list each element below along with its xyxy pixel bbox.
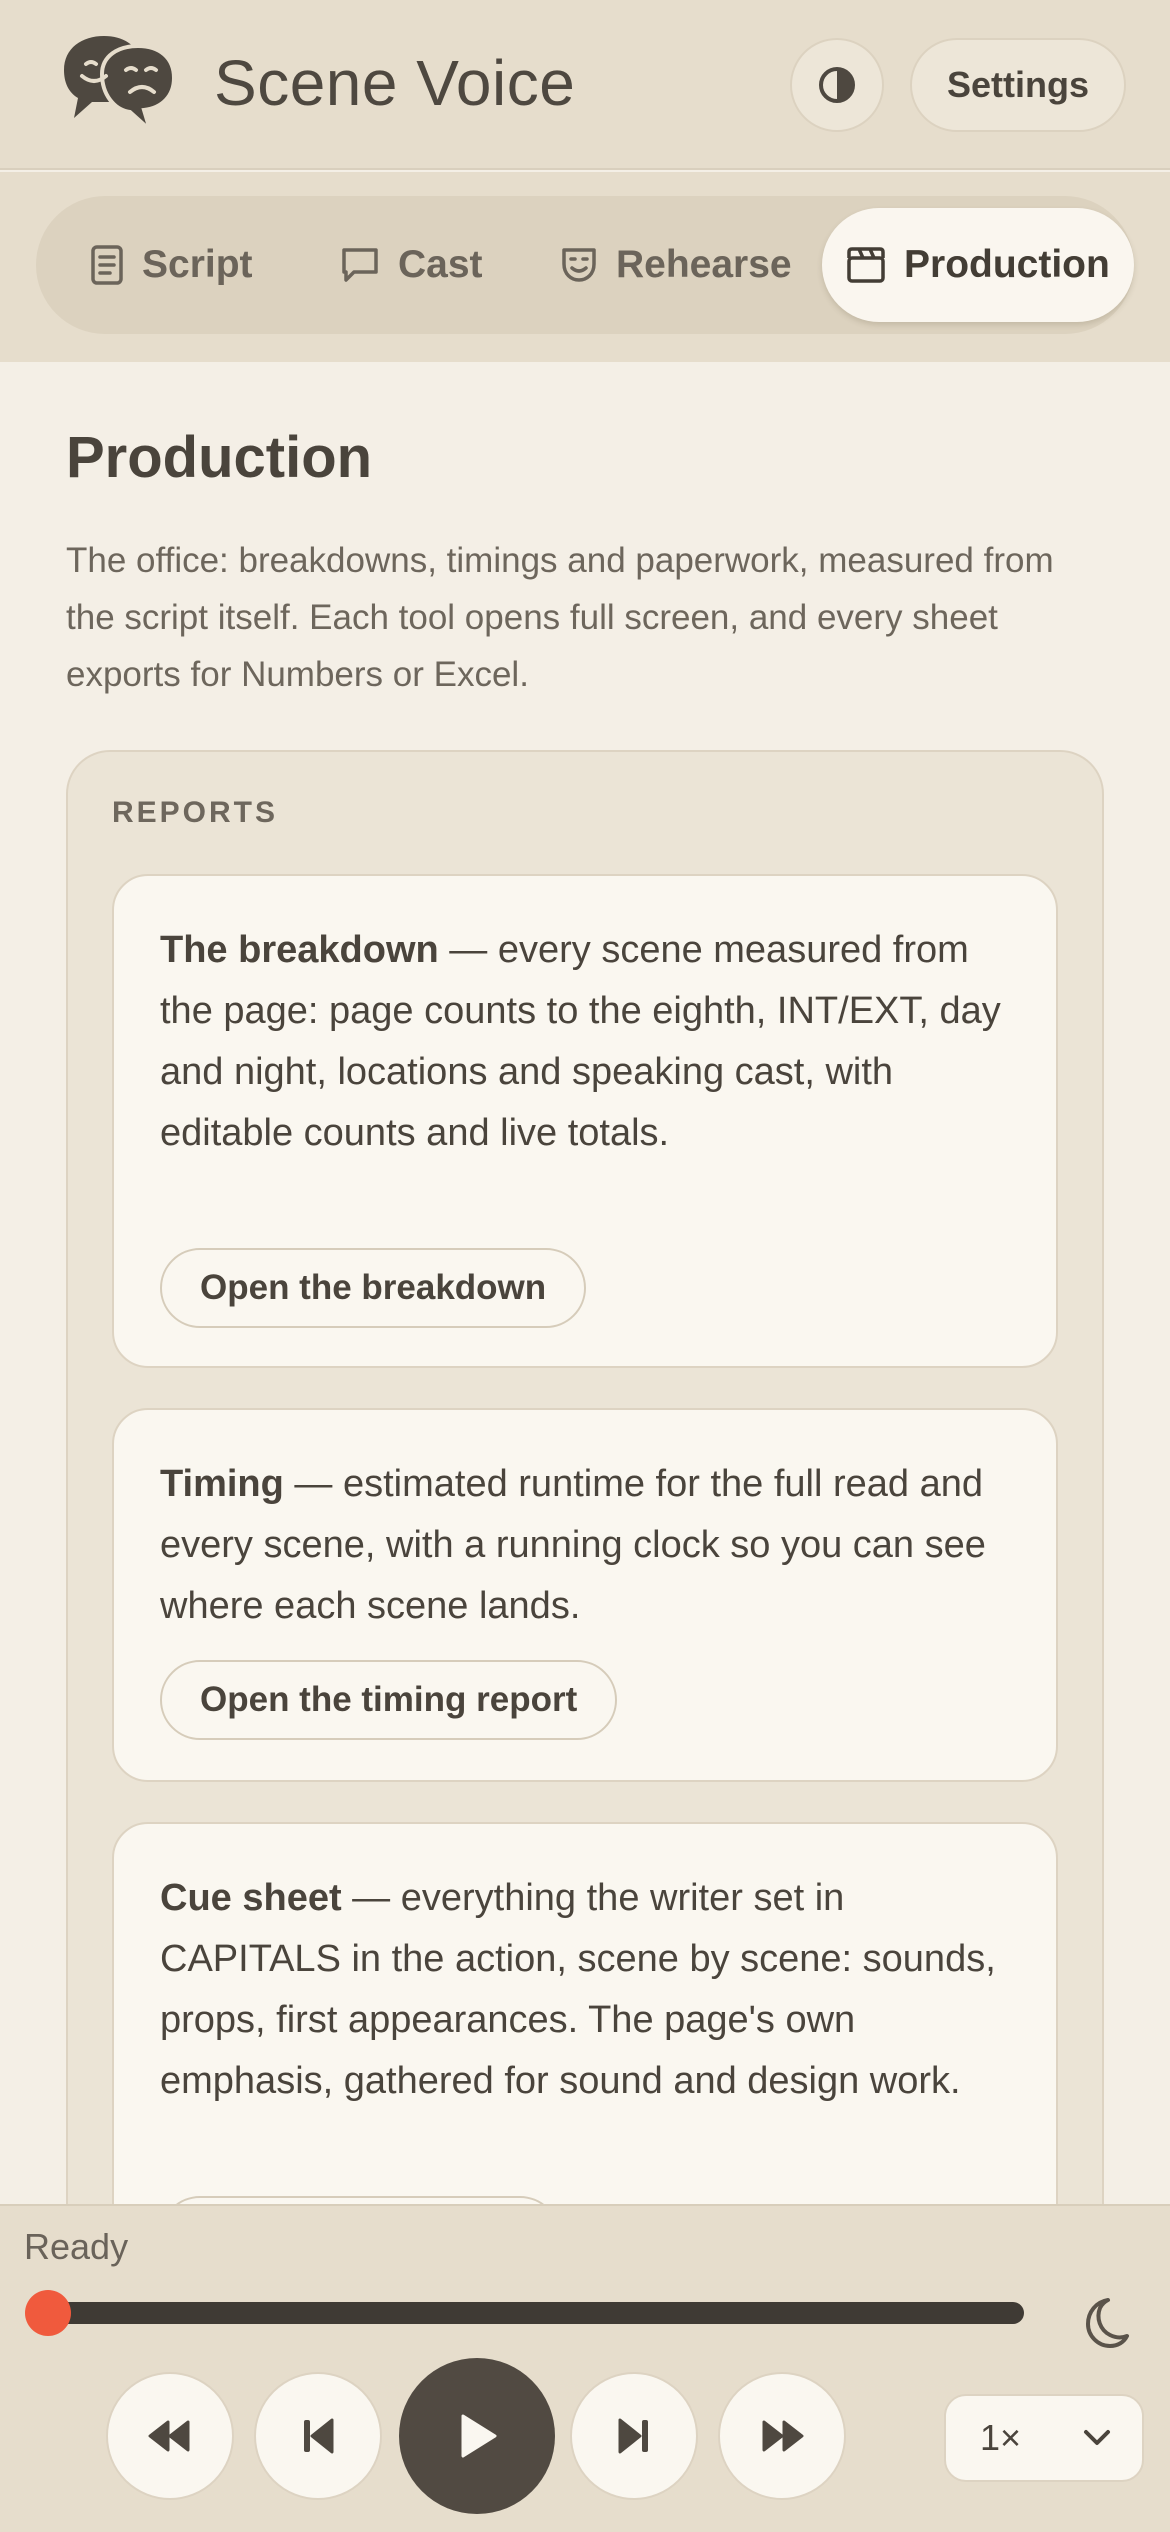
- fast-forward-icon: [762, 2420, 804, 2452]
- report-card-heading: The breakdown: [160, 929, 439, 971]
- tab-rehearse[interactable]: Rehearse: [536, 208, 816, 322]
- report-card-heading: Cue sheet: [160, 1877, 342, 1919]
- report-card-timing: Timing — estimated runtime for the full …: [112, 1408, 1058, 1782]
- tab-cast[interactable]: Cast: [316, 208, 507, 322]
- page-title: Production: [66, 425, 373, 490]
- report-card-text: Timing — estimated runtime for the full …: [160, 1454, 1020, 1637]
- tab-script[interactable]: Script: [66, 208, 277, 322]
- previous-button[interactable]: [254, 2372, 382, 2500]
- report-card-body: — estimated runtime for the full read an…: [160, 1463, 986, 1627]
- tab-label: Production: [904, 243, 1110, 286]
- report-card-text: Cue sheet — everything the writer set in…: [160, 1868, 1020, 2112]
- main-content: Production The office: breakdowns, timin…: [0, 362, 1170, 2382]
- open-breakdown-button[interactable]: Open the breakdown: [160, 1248, 587, 1328]
- tab-bar: Script Cast Rehearse Production: [36, 196, 1134, 334]
- rewind-button[interactable]: [106, 2372, 234, 2500]
- tab-bar-container: Script Cast Rehearse Production: [0, 172, 1170, 362]
- app-title: Scene Voice: [214, 47, 576, 119]
- fast-forward-button[interactable]: [718, 2372, 846, 2500]
- chevron-down-icon: [1084, 2430, 1110, 2445]
- tab-label: Cast: [398, 243, 483, 286]
- tab-label: Script: [142, 243, 253, 286]
- report-card-heading: Timing: [160, 1463, 284, 1505]
- tab-production[interactable]: Production: [822, 208, 1134, 322]
- next-button[interactable]: [570, 2372, 698, 2500]
- player-status: Ready: [24, 2226, 129, 2267]
- open-timing-report-button[interactable]: Open the timing report: [160, 1660, 618, 1740]
- audio-player: Ready 1×: [0, 2204, 1170, 2532]
- report-card-text: The breakdown — every scene measured fro…: [160, 920, 1020, 1164]
- page-description: The office: breakdowns, timings and pape…: [66, 541, 1054, 694]
- moon-icon[interactable]: [1078, 2294, 1130, 2350]
- progress-thumb[interactable]: [25, 2290, 71, 2336]
- document-icon: [91, 245, 123, 285]
- speech-bubble-icon: [342, 248, 378, 282]
- settings-button[interactable]: Settings: [910, 38, 1126, 132]
- reports-panel: REPORTS The breakdown — every scene meas…: [66, 750, 1104, 2382]
- reports-section-label: REPORTS: [112, 796, 279, 829]
- contrast-icon: [819, 67, 855, 103]
- report-card-breakdown: The breakdown — every scene measured fro…: [112, 874, 1058, 1368]
- skip-previous-icon: [304, 2418, 334, 2454]
- app-header: Scene Voice Settings: [0, 0, 1170, 170]
- mask-icon: [562, 248, 596, 282]
- tab-label: Rehearse: [616, 243, 792, 286]
- playback-speed-select[interactable]: 1×: [944, 2394, 1144, 2482]
- play-icon: [461, 2414, 497, 2458]
- skip-next-icon: [618, 2418, 648, 2454]
- clapperboard-icon: [847, 247, 885, 283]
- theatre-masks-logo-icon: [64, 36, 177, 137]
- theme-toggle-button[interactable]: [790, 38, 884, 132]
- playback-speed-value: 1×: [980, 2417, 1022, 2458]
- play-button[interactable]: [399, 2358, 555, 2514]
- progress-track[interactable]: [28, 2302, 1024, 2324]
- rewind-icon: [148, 2420, 190, 2452]
